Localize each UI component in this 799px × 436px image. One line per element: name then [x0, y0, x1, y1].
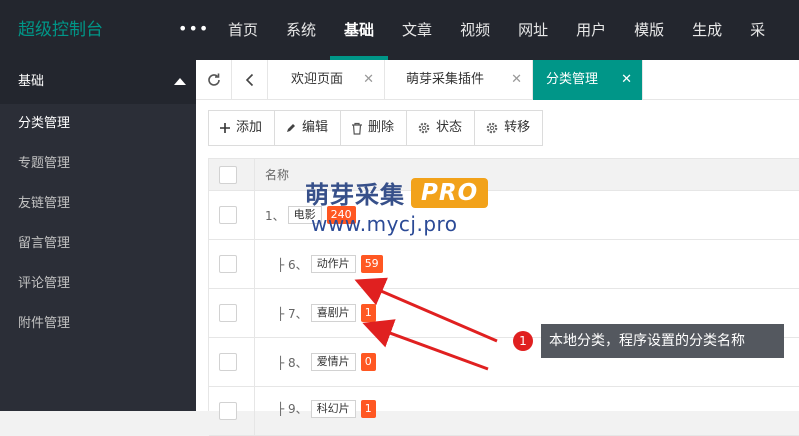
annotation-tooltip: 本地分类，程序设置的分类名称 [541, 324, 784, 358]
arrow-line [354, 277, 498, 343]
arrow-line [362, 319, 489, 371]
annotation-marker: 1 [513, 331, 533, 351]
